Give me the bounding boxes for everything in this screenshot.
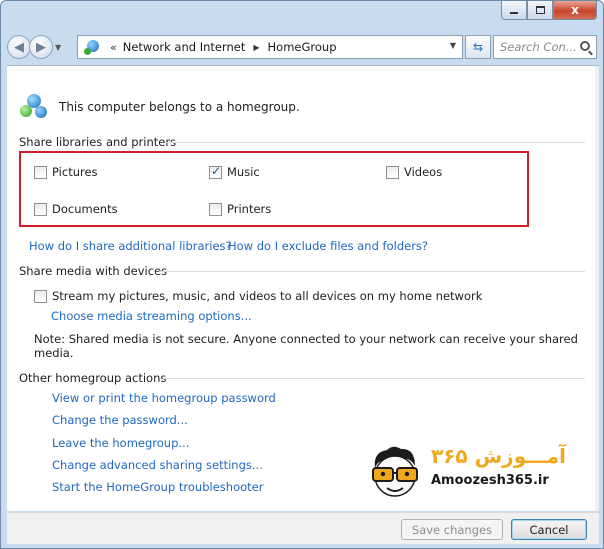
pictures-checkbox[interactable] — [34, 165, 47, 179]
other-actions-heading: Other homegroup actions — [19, 371, 587, 385]
view-print-password-link[interactable]: View or print the homegroup password — [52, 391, 276, 405]
content-pane: This computer belongs to a homegroup. Sh… — [7, 65, 599, 511]
pictures-label: Pictures — [52, 165, 98, 179]
share-additional-libraries-link[interactable]: How do I share additional libraries? — [29, 239, 232, 253]
navigation-bar: ◀ ▶ ▼ « Network and Internet ▶ HomeGroup… — [7, 31, 597, 63]
media-note-line2: media. — [34, 346, 74, 360]
forward-button[interactable]: ▶ — [29, 35, 53, 59]
search-placeholder: Search Con... — [500, 40, 577, 54]
documents-checkbox[interactable] — [34, 202, 47, 216]
refresh-icon: ⇆ — [472, 40, 484, 54]
checkbox-pictures[interactable]: Pictures — [34, 165, 98, 179]
recent-pages-dropdown[interactable]: ▼ — [55, 43, 65, 52]
music-label: Music — [227, 165, 260, 179]
minimize-icon — [510, 12, 518, 14]
media-note-line1: Note: Shared media is not secure. Anyone… — [34, 332, 578, 346]
chevron-down-icon: ▼ — [55, 42, 62, 52]
leave-homegroup-link[interactable]: Leave the homegroup... — [52, 436, 189, 450]
search-icon[interactable] — [580, 41, 590, 51]
button-bar: Save changes Cancel — [7, 512, 599, 544]
breadcrumb-network-and-internet[interactable]: Network and Internet — [123, 40, 246, 54]
network-icon — [84, 39, 102, 55]
scrollbar[interactable] — [595, 66, 599, 511]
music-checkbox[interactable] — [209, 164, 222, 179]
exclude-files-link[interactable]: How do I exclude files and folders? — [228, 239, 428, 253]
breadcrumb-homegroup[interactable]: HomeGroup — [268, 40, 337, 54]
watermark-persian-text: آمـــوزش ۳۶۵ — [431, 444, 566, 468]
close-icon: x — [571, 3, 579, 17]
breadcrumb-arrow-icon[interactable]: ▶ — [253, 43, 259, 52]
documents-label: Documents — [52, 202, 118, 216]
videos-checkbox[interactable] — [386, 165, 399, 179]
watermark-site-text: Amoozesh365.ir — [431, 473, 549, 488]
maximize-icon — [535, 6, 545, 14]
watermark-logo: آمـــوزش ۳۶۵ Amoozesh365.ir — [367, 438, 587, 518]
forward-arrow-icon: ▶ — [36, 39, 46, 55]
homegroup-status-text: This computer belongs to a homegroup. — [59, 100, 300, 114]
advanced-sharing-link[interactable]: Change advanced sharing settings... — [52, 458, 263, 472]
homegroup-window: x ◀ ▶ ▼ « Network and Internet ▶ HomeGro… — [0, 0, 604, 549]
troubleshooter-link[interactable]: Start the HomeGroup troubleshooter — [52, 480, 263, 494]
caption-controls: x — [501, 1, 597, 21]
save-changes-button[interactable]: Save changes — [401, 519, 503, 540]
videos-label: Videos — [404, 165, 443, 179]
back-button[interactable]: ◀ — [7, 35, 31, 59]
checkbox-documents[interactable]: Documents — [34, 202, 118, 216]
breadcrumb-overflow[interactable]: « — [110, 41, 117, 54]
share-media-heading: Share media with devices — [19, 264, 586, 278]
homegroup-icon — [19, 92, 49, 122]
checkbox-videos[interactable]: Videos — [386, 165, 442, 179]
search-input[interactable]: Search Con... — [493, 35, 597, 59]
stream-media-label: Stream my pictures, music, and videos to… — [52, 289, 483, 303]
mascot-face-icon — [372, 446, 418, 497]
printers-checkbox[interactable] — [209, 202, 222, 216]
share-libraries-heading: Share libraries and printers — [19, 135, 586, 149]
maximize-button[interactable] — [527, 1, 553, 20]
media-streaming-options-link[interactable]: Choose media streaming options... — [51, 309, 252, 323]
checkbox-printers[interactable]: Printers — [209, 202, 271, 216]
checkbox-stream-media[interactable]: Stream my pictures, music, and videos to… — [34, 289, 482, 303]
homegroup-status: This computer belongs to a homegroup. — [19, 92, 300, 122]
checkbox-music[interactable]: Music — [209, 164, 260, 179]
cancel-button[interactable]: Cancel — [511, 519, 587, 540]
change-password-link[interactable]: Change the password... — [52, 413, 188, 427]
stream-media-checkbox[interactable] — [34, 289, 47, 303]
minimize-button[interactable] — [501, 1, 527, 20]
close-button[interactable]: x — [553, 1, 597, 20]
address-bar[interactable]: « Network and Internet ▶ HomeGroup ▼ — [77, 35, 463, 59]
refresh-button[interactable]: ⇆ — [465, 35, 491, 59]
address-dropdown-icon[interactable]: ▼ — [450, 41, 456, 50]
back-arrow-icon: ◀ — [14, 39, 24, 55]
printers-label: Printers — [227, 202, 272, 216]
